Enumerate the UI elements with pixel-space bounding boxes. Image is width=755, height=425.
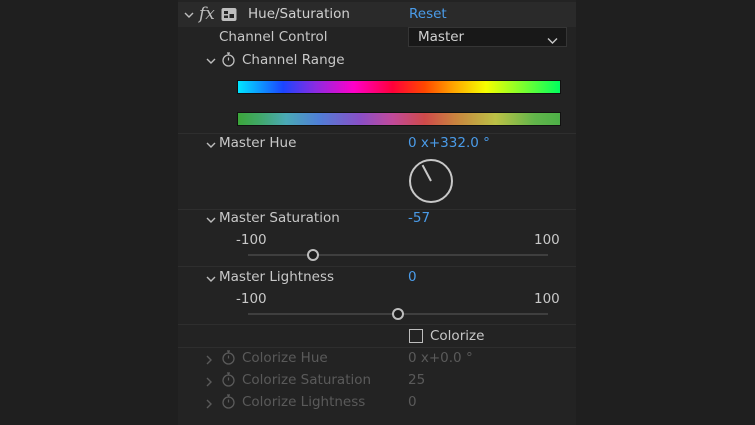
channel-range-input-bar bbox=[237, 80, 561, 94]
channel-control-label: Channel Control bbox=[219, 29, 328, 45]
colorize-lightness-label: Colorize Lightness bbox=[242, 394, 366, 410]
stopwatch-icon bbox=[221, 372, 236, 387]
channel-range-label: Channel Range bbox=[242, 52, 345, 68]
master-saturation-value[interactable]: -57 bbox=[408, 210, 430, 226]
chevron-right-icon[interactable] bbox=[203, 376, 215, 388]
colorize-saturation-label: Colorize Saturation bbox=[242, 372, 372, 388]
chevron-down-icon[interactable] bbox=[183, 9, 195, 21]
colorize-saturation-value: 25 bbox=[408, 372, 426, 388]
channel-control-value: Master bbox=[418, 29, 465, 45]
channel-control-dropdown[interactable]: Master bbox=[408, 27, 567, 47]
master-lightness-label: Master Lightness bbox=[219, 269, 335, 285]
channel-range-output-bar bbox=[237, 112, 561, 126]
colorize-label: Colorize bbox=[430, 328, 485, 344]
chevron-right-icon[interactable] bbox=[203, 354, 215, 366]
lightness-max-label: 100 bbox=[534, 291, 560, 307]
master-hue-value[interactable]: 0 x+332.0 ° bbox=[408, 135, 490, 151]
saturation-slider-thumb[interactable] bbox=[306, 249, 319, 261]
stopwatch-icon bbox=[221, 350, 236, 365]
colorize-hue-value: 0 x+0.0 ° bbox=[408, 350, 473, 366]
effect-name: Hue/Saturation bbox=[248, 6, 350, 22]
divider bbox=[178, 133, 576, 134]
master-hue-label: Master Hue bbox=[219, 135, 297, 151]
divider bbox=[178, 347, 576, 348]
hue-dial-needle bbox=[421, 164, 432, 182]
chevron-down-icon[interactable] bbox=[205, 214, 217, 226]
master-saturation-label: Master Saturation bbox=[219, 210, 340, 226]
saturation-slider-track[interactable] bbox=[248, 254, 548, 256]
divider bbox=[178, 324, 576, 325]
dropdown-caret-icon bbox=[547, 33, 558, 49]
reset-button[interactable]: Reset bbox=[409, 6, 447, 22]
colorize-lightness-value: 0 bbox=[408, 394, 417, 410]
divider bbox=[178, 266, 576, 267]
chevron-right-icon[interactable] bbox=[203, 398, 215, 410]
saturation-min-label: -100 bbox=[236, 232, 267, 248]
lightness-slider-thumb[interactable] bbox=[392, 308, 404, 320]
lightness-min-label: -100 bbox=[236, 291, 267, 307]
colorize-hue-label: Colorize Hue bbox=[242, 350, 328, 366]
effect-controls-panel: fx Hue/Saturation Reset Channel Control … bbox=[178, 0, 576, 425]
master-lightness-value[interactable]: 0 bbox=[408, 269, 417, 285]
stopwatch-icon[interactable] bbox=[221, 52, 236, 67]
effect-header bbox=[178, 2, 576, 27]
effect-badge-icon bbox=[221, 7, 237, 26]
master-hue-dial[interactable] bbox=[407, 157, 455, 205]
saturation-max-label: 100 bbox=[534, 232, 560, 248]
chevron-down-icon[interactable] bbox=[205, 273, 217, 285]
colorize-checkbox[interactable] bbox=[409, 329, 423, 343]
stopwatch-icon bbox=[221, 394, 236, 409]
chevron-down-icon[interactable] bbox=[205, 139, 217, 151]
chevron-down-icon[interactable] bbox=[205, 55, 217, 67]
fx-toggle[interactable]: fx bbox=[199, 4, 215, 24]
